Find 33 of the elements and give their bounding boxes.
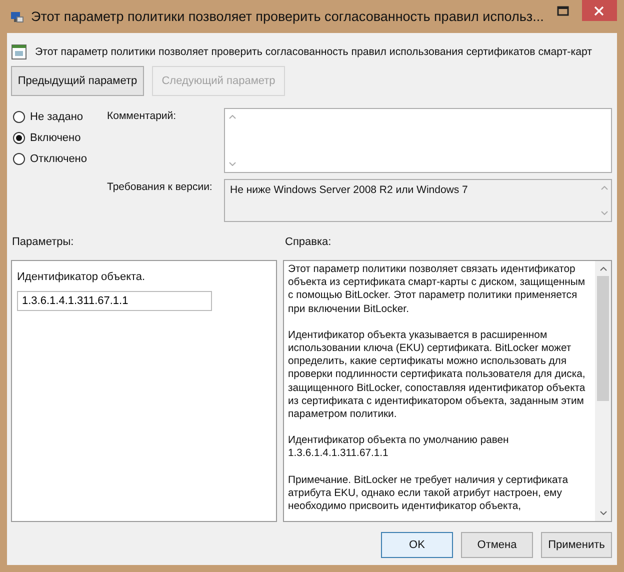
help-paragraph: Идентификатор объекта указывается в расширенном использовании ключа (EKU) сертификата. BitLocker может определить, какие сертификаты можно использовать для проверки подлинности сертификата пользователя для диска, защищенного BitLocker, сопоставляя идентификатор объекта из сертификата с идентификатором объекта, заданным этим параметром политики.	[288, 328, 586, 422]
version-field: Не ниже Windows Server 2008 R2 или Windows 7	[224, 179, 612, 222]
scroll-down-icon[interactable]	[600, 511, 606, 515]
help-label: Справка:	[285, 236, 332, 248]
apply-button[interactable]: Применить	[541, 532, 612, 558]
scroll-thumb[interactable]	[597, 276, 609, 401]
close-icon	[593, 4, 606, 16]
object-id-field[interactable]: 1.3.6.1.4.1.311.67.1.1	[17, 291, 212, 311]
close-button[interactable]	[582, 0, 617, 21]
radio-label[interactable]: Включено	[30, 132, 81, 144]
policy-title: Этот параметр политики позволяет проверить согласованность правил использования сертификатов смарт-карт	[35, 46, 592, 58]
radio-button[interactable]	[13, 111, 25, 123]
parameters-label: Параметры:	[12, 236, 75, 248]
help-paragraph: Идентификатор объекта по умолчанию равен 1.3.6.1.4.1.311.67.1.1	[288, 434, 510, 461]
window-title: Этот параметр политики позволяет проверить согласованность правил использ...	[31, 9, 544, 24]
help-paragraph: Примечание. BitLocker не требует наличия у сертификата атрибута EKU, однако если такой атрибут настроен, ему необходимо присвоить идентификатор объекта,	[288, 474, 569, 514]
scroll-down-icon[interactable]	[228, 162, 236, 166]
previous-setting-button[interactable]: Предыдущий параметр	[11, 66, 144, 96]
cancel-button[interactable]: Отмена	[461, 532, 533, 558]
maximize-icon	[556, 6, 569, 16]
radio-button[interactable]	[13, 153, 25, 165]
ok-button[interactable]: OK	[381, 532, 453, 558]
help-paragraph: Этот параметр политики позволяет связать идентификатор объекта из сертификата смарт-карты с диском, защищенным с помощью BitLocker. Этот параметр политики применяется при включении BitLocker.	[288, 263, 586, 316]
version-label: Требования к версии:	[107, 180, 214, 195]
radio-button[interactable]	[13, 132, 25, 144]
policy-icon	[11, 44, 27, 60]
comment-label: Комментарий:	[107, 109, 178, 124]
radio-label[interactable]: Не задано	[30, 111, 84, 123]
field-label: Идентификатор объекта.	[17, 271, 146, 283]
comment-field[interactable]	[224, 108, 612, 173]
scroll-up-icon[interactable]	[600, 267, 606, 271]
radio-label[interactable]: Отключено	[30, 153, 87, 165]
scroll-up-icon[interactable]	[228, 115, 236, 119]
